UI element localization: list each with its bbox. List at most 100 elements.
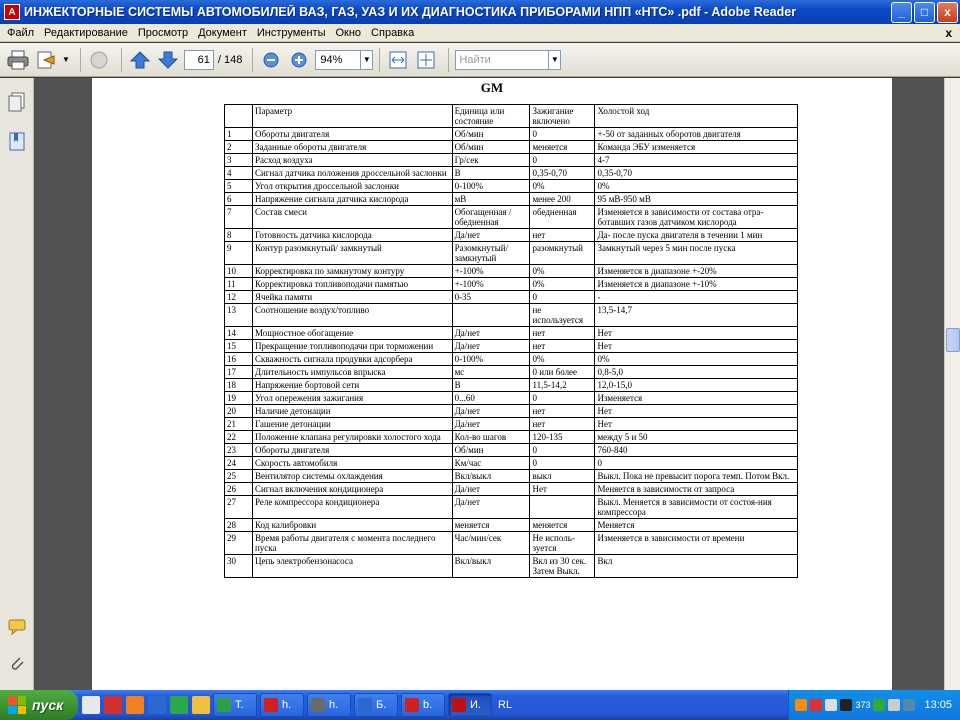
taskbar-window-button[interactable]: Б. [354,693,398,717]
hand-tool-icon[interactable] [87,48,111,72]
comments-icon[interactable] [8,616,26,636]
attachments-icon[interactable] [8,654,26,674]
table-cell: 0...60 [451,391,531,405]
tray-monitor-icon[interactable] [840,699,853,711]
taskbar-window-button[interactable]: И. [448,693,492,717]
column-header [224,104,253,128]
start-button[interactable]: пуск [0,690,78,720]
volume-icon[interactable] [888,699,901,711]
page-number-input[interactable]: 61 [183,49,214,70]
zoom-in-icon[interactable] [287,48,311,72]
document-view[interactable]: GM Параметр Единица или состояние Зажига… [34,78,944,690]
table-cell: мВ [451,192,531,206]
search-dropdown-icon[interactable]: ▼ [549,49,562,70]
table-row: 12 Ячейка памяти 0-35 0- [224,290,798,304]
taskbar-window-button[interactable]: h. [307,693,351,717]
folder-icon[interactable] [192,696,210,714]
taskbar-window-button[interactable]: h. [260,693,304,717]
close-button[interactable]: x [937,1,958,23]
excel-icon[interactable] [170,696,188,714]
print-icon[interactable] [6,48,30,72]
table-cell: 23 [224,443,253,457]
show-desktop-icon[interactable] [82,696,100,714]
menu-view[interactable]: Просмотр [133,27,193,39]
minimize-button[interactable]: _ [891,1,912,23]
tray-app-icon[interactable] [795,699,808,711]
table-cell: Мощностное обогащение [251,326,453,340]
table-cell: Гашение детонации [251,417,453,431]
language-indicator[interactable]: RL [495,693,529,717]
table-cell: 0 [529,391,596,405]
maximize-button[interactable]: □ [914,1,935,23]
table-cell: Нет [594,326,798,340]
email-icon[interactable] [34,48,58,72]
tray-bluetooth-icon[interactable] [903,699,916,711]
table-cell: 5 [224,179,253,193]
table-cell: 11 [224,277,253,291]
table-cell: Вкл [594,554,798,578]
search-input[interactable]: Найти [455,49,550,70]
next-page-icon[interactable] [156,48,180,72]
table-cell: Скважность сигнала продувки адсорбера [251,352,453,366]
column-header: Зажигание включено [529,104,596,128]
column-header: Холостой ход [594,104,798,128]
email-dropdown-icon[interactable]: ▼ [62,47,70,73]
table-cell: Корректировка топливоподачи памятью [251,277,453,291]
scrollbar-thumb[interactable] [946,328,960,352]
table-header-row: Параметр Единица или состояние Зажигание… [224,104,798,128]
bookmarks-icon[interactable] [8,132,26,152]
taskbar-window-label: Б. [376,699,387,711]
table-cell: Угол опережения зажигания [251,391,453,405]
table-cell: 0-100% [451,179,531,193]
menu-help[interactable]: Справка [366,27,419,39]
word-icon[interactable] [148,696,166,714]
table-cell: 8 [224,228,253,242]
tray-network-icon[interactable] [873,699,886,711]
taskbar-window-button[interactable]: b. [401,693,445,717]
vertical-scrollbar[interactable] [944,78,960,690]
table-cell: Обороты двигателя [251,127,453,141]
document-close-button[interactable]: x [945,26,952,40]
taskbar-window-label: h. [329,699,339,711]
menu-window[interactable]: Окно [330,27,366,39]
menu-edit[interactable]: Редактирование [39,27,133,39]
table-cell: - [594,290,798,304]
table-cell: 4-7 [594,153,798,167]
fit-page-icon[interactable] [414,48,438,72]
table-row: 15 Прекращение топливоподачи при торможен… [224,339,798,353]
table-cell: 13,5-14,7 [594,303,798,327]
fit-width-icon[interactable] [386,48,410,72]
table-row: 1 Обороты двигателя Об/мин 0 +-50 от заданны… [224,127,798,141]
firefox-icon[interactable] [126,696,144,714]
table-cell: +-100% [451,264,531,278]
table-cell: 25 [224,469,253,483]
tray-security-icon[interactable] [825,699,838,711]
previous-page-icon[interactable] [128,48,152,72]
window-title: ИНЖЕКТОРНЫЕ СИСТЕМЫ АВТОМОБИЛЕЙ ВАЗ, ГАЗ… [24,5,797,19]
window-app-icon [452,698,466,712]
menu-tools[interactable]: Инструменты [252,27,331,39]
zoom-input[interactable]: 94% [315,49,362,70]
table-cell: 12 [224,290,253,304]
zoom-dropdown-icon[interactable]: ▼ [361,49,374,70]
table-cell: В [451,166,531,180]
menu-bar: Файл Редактирование Просмотр Документ Ин… [0,24,960,42]
table-cell: Нет [594,339,798,353]
pages-icon[interactable] [8,92,26,112]
table-row: 13 Соотношение воздух/топливо не используе… [224,303,798,327]
table-cell [529,495,596,519]
toolbar-separator [252,47,254,72]
table-cell: Код калибровки [251,518,453,532]
zoom-out-icon[interactable] [259,48,283,72]
table-cell: 20 [224,404,253,418]
pdf-page: GM Параметр Единица или состояние Зажига… [92,78,892,690]
menu-document[interactable]: Документ [193,27,252,39]
table-row: 7 Состав смеси Обогащенная /обедненная обед… [224,205,798,229]
table-cell: Да/нет [451,495,531,519]
opera-icon[interactable] [104,696,122,714]
taskbar-window-button[interactable]: Т. [213,693,257,717]
menu-file[interactable]: Файл [2,27,39,39]
table-cell: Изменяется [594,391,798,405]
table-row: 5 Угол открытия дроссельной заслонки 0-100… [224,179,798,193]
tray-antivirus-icon[interactable] [810,699,823,711]
